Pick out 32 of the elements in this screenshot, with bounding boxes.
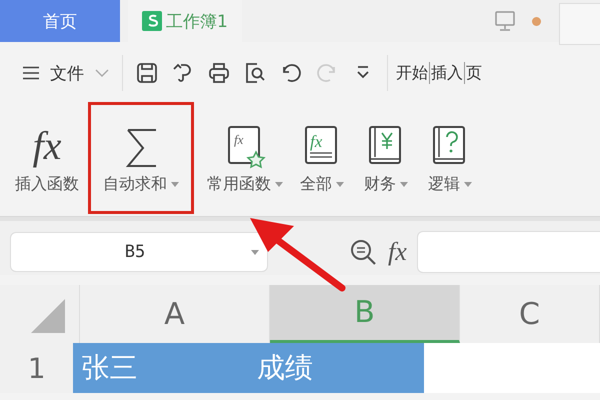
dropdown-caret-icon <box>251 250 259 254</box>
ribbon-tab[interactable]: 开始 <box>396 62 428 84</box>
function-button[interactable]: fx 插入函数 <box>8 100 86 216</box>
icon-text: fx <box>310 132 322 150</box>
star-icon <box>246 150 266 168</box>
save-icon[interactable] <box>135 61 159 85</box>
printer-icon[interactable] <box>207 61 231 85</box>
icon-text: fx <box>234 132 244 146</box>
name-box[interactable]: B5 <box>10 232 268 272</box>
file-menu[interactable]: 文件 <box>22 62 110 84</box>
fx-symbol: fx <box>32 122 62 170</box>
function-button[interactable]: 财务 <box>354 100 418 216</box>
corner-triangle-icon <box>29 297 67 335</box>
menu-icon <box>22 66 40 80</box>
function-button[interactable]: 自动求和 <box>88 102 194 214</box>
ribbon-tab[interactable]: 插入 <box>431 62 463 84</box>
zoom-icon[interactable] <box>348 237 378 267</box>
home-tab[interactable]: 首页 <box>0 0 120 42</box>
function-button[interactable]: fx 全部 <box>290 100 354 216</box>
document-icon <box>228 126 260 164</box>
function-button[interactable]: fx 常用函数 <box>200 100 290 216</box>
status-dot <box>532 16 541 26</box>
function-button[interactable]: 逻辑 <box>418 100 482 216</box>
function-label: 插入函数 <box>15 174 79 194</box>
chevron-down-icon <box>94 68 110 78</box>
table-cell[interactable] <box>424 343 600 393</box>
spreadsheet-icon <box>142 11 162 31</box>
print-preview-icon[interactable] <box>243 61 267 85</box>
insert-function-button[interactable]: fx <box>388 237 407 267</box>
book-icon <box>305 126 337 164</box>
ribbon-tab[interactable]: 页 <box>466 62 482 84</box>
formula-field[interactable] <box>416 231 600 273</box>
